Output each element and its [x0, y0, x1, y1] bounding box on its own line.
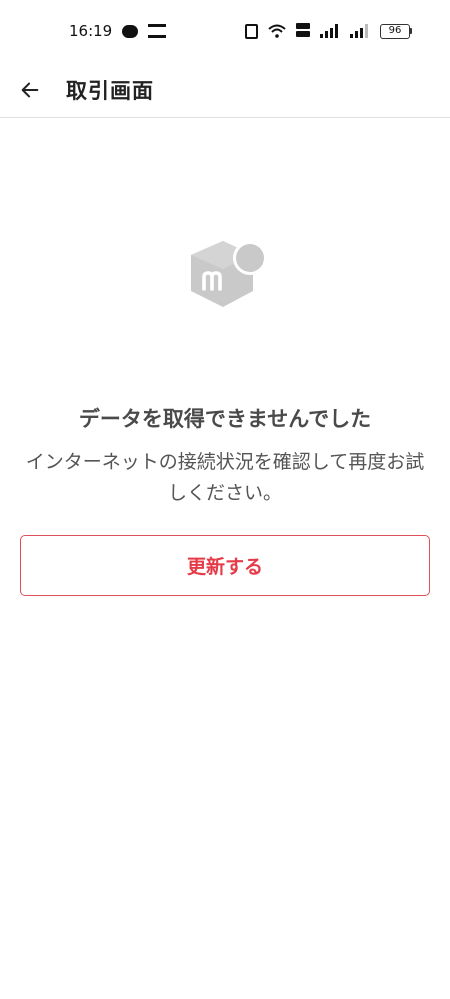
back-button[interactable]	[0, 62, 60, 118]
wifi-icon	[268, 24, 286, 38]
nfc-icon	[245, 23, 258, 39]
app-bar: 取引画面	[0, 62, 450, 118]
arrow-left-icon	[21, 82, 39, 97]
volte-icon	[296, 23, 310, 39]
s-icon	[148, 24, 167, 38]
status-time: 16:19	[69, 22, 113, 40]
battery-level: 96	[380, 23, 410, 39]
status-bar: 16:19 96	[0, 0, 450, 62]
status-left: 16:19	[69, 22, 167, 40]
refresh-button[interactable]: 更新する	[20, 535, 430, 596]
battery-icon: 96	[380, 23, 412, 39]
signal-icon-2	[350, 24, 370, 38]
status-right: 96	[245, 23, 412, 39]
signal-icon	[320, 24, 340, 38]
error-title: データを取得できませんでした	[78, 407, 372, 431]
mercari-logo-icon	[187, 233, 269, 315]
battery-tip	[410, 28, 412, 34]
error-message: インターネットの接続状況を確認して再度お試しください。	[25, 451, 425, 504]
line-icon	[122, 24, 139, 38]
page-title: 取引画面	[66, 78, 154, 103]
